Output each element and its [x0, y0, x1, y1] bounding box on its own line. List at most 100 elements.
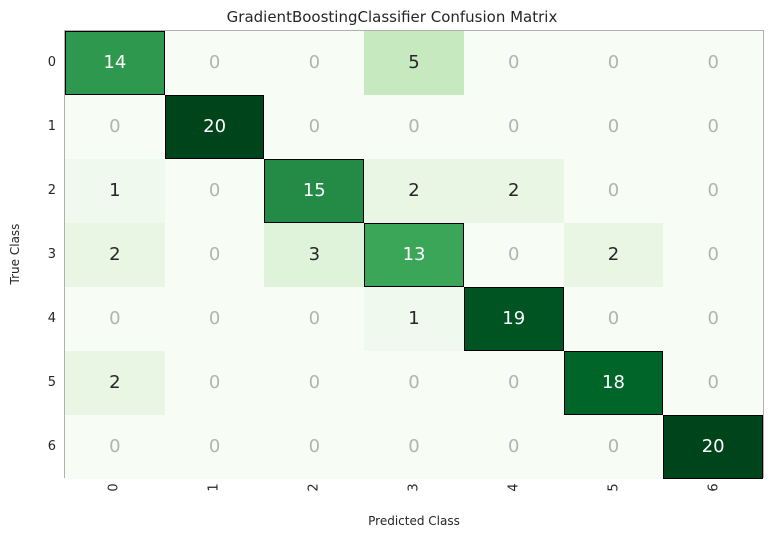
x-tick-label: 2	[264, 480, 364, 512]
cell-value: 0	[608, 182, 619, 200]
cell-value: 19	[502, 310, 525, 328]
heatmap-cell: 0	[264, 351, 364, 415]
y-tick-label: 3	[36, 222, 56, 286]
cell-value: 0	[209, 310, 220, 328]
heatmap-cell: 0	[364, 351, 464, 415]
heatmap-cell: 0	[564, 31, 664, 95]
cell-value: 0	[608, 310, 619, 328]
cell-value: 0	[508, 54, 519, 72]
x-axis-label: Predicted Class	[64, 514, 764, 528]
cell-value: 1	[408, 310, 419, 328]
cell-value: 0	[209, 182, 220, 200]
cell-value: 0	[508, 246, 519, 264]
heatmap-cell: 13	[364, 223, 464, 287]
heatmap-cell: 0	[264, 287, 364, 351]
heatmap-cell: 20	[663, 415, 763, 479]
y-tick-label: 6	[36, 414, 56, 478]
heatmap-cell: 2	[65, 223, 165, 287]
cell-value: 0	[508, 118, 519, 136]
heatmap-row: 00011900	[65, 287, 763, 351]
chart-title: GradientBoostingClassifier Confusion Mat…	[0, 8, 784, 26]
heatmap-cell: 0	[564, 159, 664, 223]
heatmap-cell: 0	[564, 95, 664, 159]
cell-value: 0	[309, 374, 320, 392]
cell-value: 0	[109, 118, 120, 136]
heatmap-cell: 0	[564, 287, 664, 351]
heatmap-cell: 1	[65, 159, 165, 223]
x-tick-label: 5	[564, 480, 664, 512]
cell-value: 13	[403, 246, 426, 264]
heatmap-cell: 0	[663, 159, 763, 223]
cell-value: 0	[608, 118, 619, 136]
y-tick-label: 1	[36, 94, 56, 158]
cell-value: 0	[508, 374, 519, 392]
heatmap-cell: 0	[264, 31, 364, 95]
heatmap-cell: 0	[364, 415, 464, 479]
cell-value: 0	[209, 374, 220, 392]
cell-value: 0	[408, 374, 419, 392]
cell-value: 0	[608, 438, 619, 456]
cell-value: 2	[109, 246, 120, 264]
heatmap-cell: 3	[264, 223, 364, 287]
cell-value: 1	[109, 182, 120, 200]
cell-value: 2	[608, 246, 619, 264]
heatmap-cell: 2	[364, 159, 464, 223]
heatmap-cell: 0	[464, 95, 564, 159]
x-tick-label: 3	[364, 480, 464, 512]
heatmap-cell: 0	[464, 415, 564, 479]
heatmap-cell: 18	[564, 351, 664, 415]
cell-value: 0	[408, 438, 419, 456]
cell-value: 0	[309, 54, 320, 72]
heatmap-cell: 2	[464, 159, 564, 223]
cell-value: 0	[508, 438, 519, 456]
heatmap-row: 14005000	[65, 31, 763, 95]
cell-value: 0	[309, 438, 320, 456]
y-tick-label: 0	[36, 30, 56, 94]
heatmap-cell: 5	[364, 31, 464, 95]
heatmap-row: 1 0 15 2 2 0 0	[65, 159, 763, 223]
cell-value: 20	[203, 118, 226, 136]
cell-value: 0	[707, 118, 718, 136]
cell-value: 18	[602, 374, 625, 392]
x-tick-label: 6	[664, 480, 764, 512]
heatmap-row: 2 0 0 0 0 18 0	[65, 351, 763, 415]
heatmap-cell: 15	[264, 159, 364, 223]
cell-value: 0	[309, 310, 320, 328]
heatmap-row: 0 20 0 0 0 0 0	[65, 95, 763, 159]
cell-value: 3	[309, 246, 320, 264]
cell-value: 20	[702, 438, 725, 456]
heatmap-cell: 0	[65, 95, 165, 159]
cell-value: 0	[309, 118, 320, 136]
cell-value: 0	[707, 310, 718, 328]
heatmap-cell: 2	[564, 223, 664, 287]
confusion-matrix-figure: GradientBoostingClassifier Confusion Mat…	[0, 0, 784, 534]
heatmap-cell: 0	[663, 223, 763, 287]
heatmap-cell: 0	[165, 31, 265, 95]
heatmap-cell: 0	[165, 351, 265, 415]
cell-value: 0	[707, 182, 718, 200]
heatmap-cell: 0	[464, 31, 564, 95]
cell-value: 2	[109, 374, 120, 392]
heatmap-cell: 19	[464, 287, 564, 351]
cell-value: 0	[707, 374, 718, 392]
cell-value: 0	[408, 118, 419, 136]
heatmap-cell: 0	[165, 415, 265, 479]
heatmap-cell: 0	[663, 31, 763, 95]
heatmap-cell: 20	[165, 95, 265, 159]
cell-value: 0	[209, 438, 220, 456]
heatmap-cell: 0	[364, 95, 464, 159]
heatmap-grid: 1400500002000000101522002031302000011900…	[64, 30, 764, 478]
cell-value: 0	[707, 54, 718, 72]
x-tick-label: 4	[464, 480, 564, 512]
heatmap-cell: 0	[663, 287, 763, 351]
cell-value: 0	[209, 54, 220, 72]
heatmap-cell: 0	[464, 223, 564, 287]
heatmap-cell: 0	[264, 415, 364, 479]
cell-value: 0	[608, 54, 619, 72]
heatmap-cell: 0	[663, 351, 763, 415]
heatmap-cell: 0	[264, 95, 364, 159]
cell-value: 2	[408, 182, 419, 200]
x-tick-label: 1	[164, 480, 264, 512]
y-tick-label: 5	[36, 350, 56, 414]
heatmap-cell: 0	[464, 351, 564, 415]
